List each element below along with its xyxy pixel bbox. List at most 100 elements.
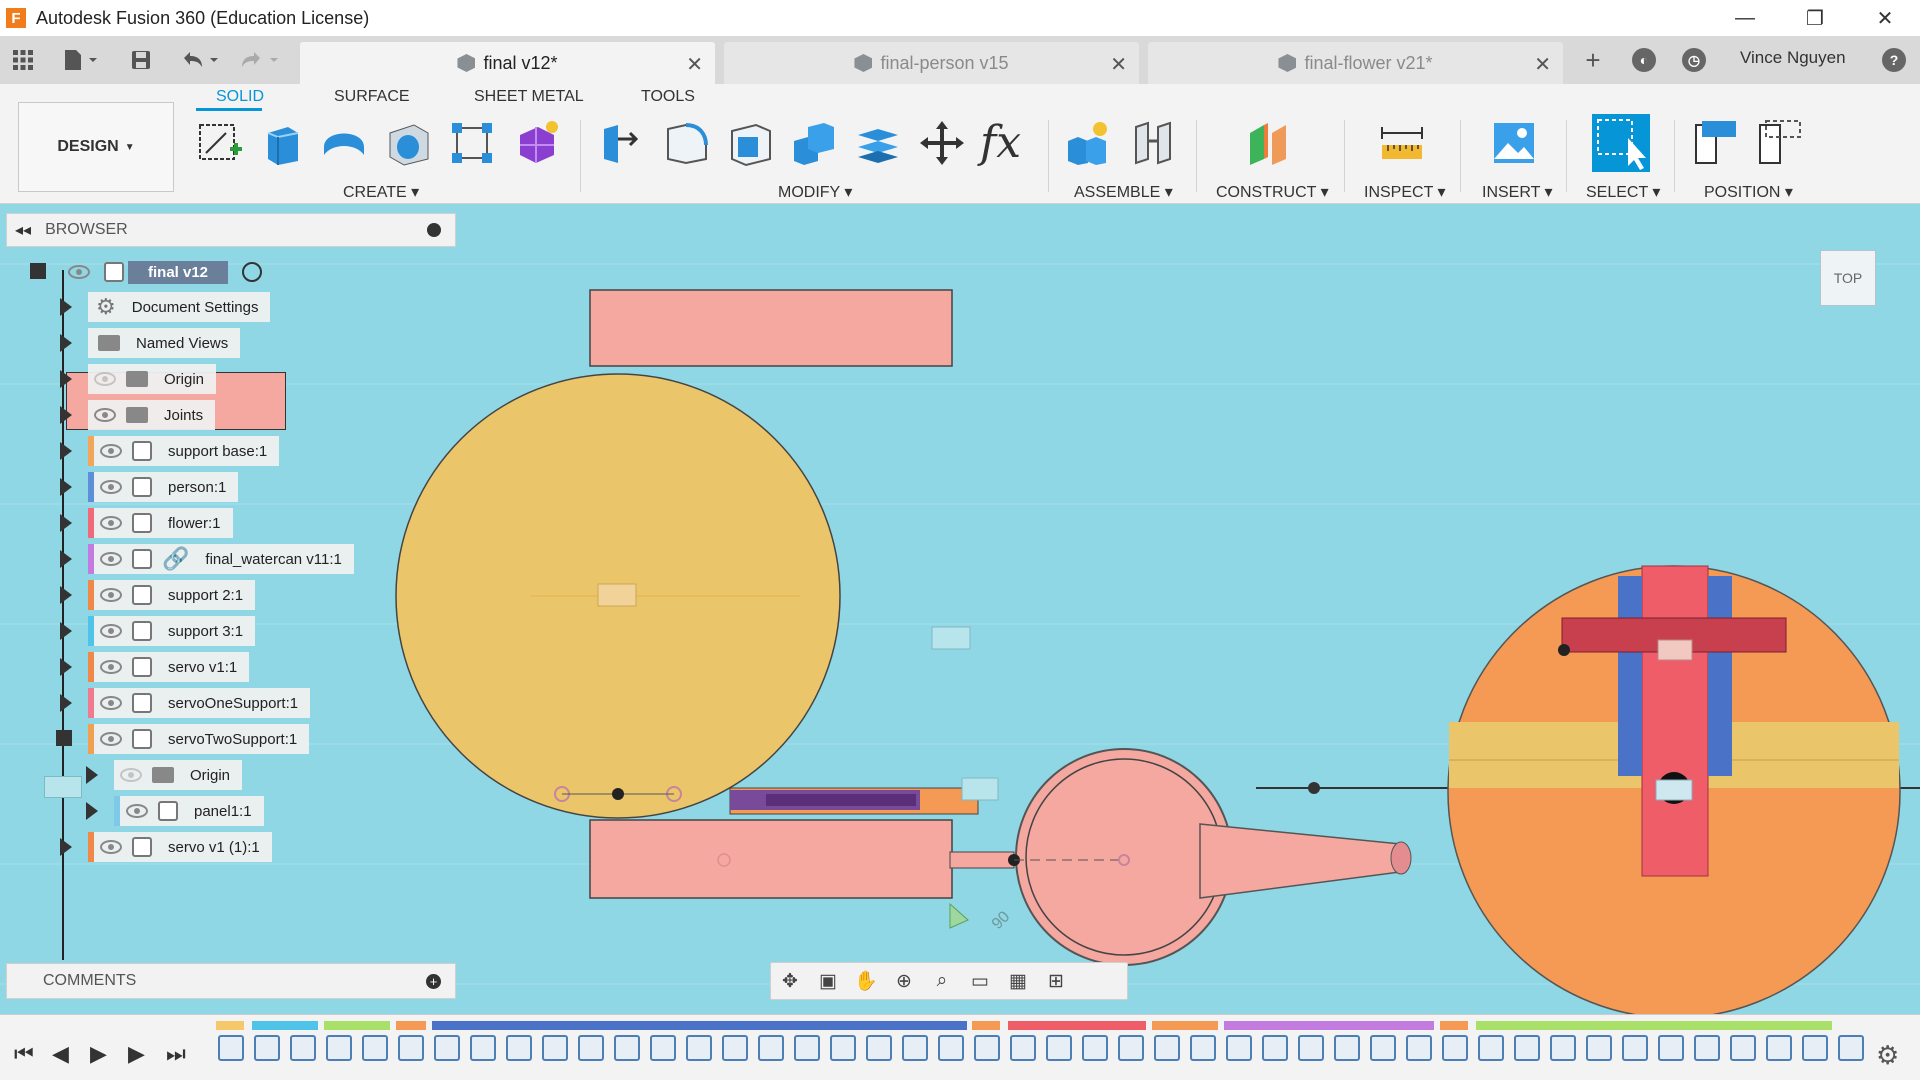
joint-icon[interactable]	[1130, 119, 1178, 167]
construct-group-label[interactable]: CONSTRUCT ▾	[1216, 182, 1329, 202]
timeline-extrude-feature-icon[interactable]	[1082, 1035, 1108, 1061]
timeline-extrude-feature-icon[interactable]	[398, 1035, 424, 1061]
capture-position-icon[interactable]	[1692, 119, 1740, 167]
help-icon[interactable]: ?	[1882, 48, 1906, 72]
timeline-sketch-feature-icon[interactable]	[218, 1035, 244, 1061]
timeline-joint-feature-icon[interactable]	[1802, 1035, 1828, 1061]
timeline-sketch-feature-icon[interactable]	[1262, 1035, 1288, 1061]
timeline-extrude-feature-icon[interactable]	[578, 1035, 604, 1061]
offset-face-icon[interactable]	[854, 119, 902, 167]
timeline-fillet-feature-icon[interactable]	[650, 1035, 676, 1061]
expand-arrow-icon[interactable]	[60, 298, 72, 316]
visibility-eye-icon[interactable]	[100, 840, 122, 854]
visibility-eye-icon[interactable]	[100, 552, 122, 566]
timeline-position-feature-icon[interactable]	[1622, 1035, 1648, 1061]
browser-item-servo-one-support[interactable]: servoOneSupport:1	[88, 688, 311, 718]
timeline-extrude-feature-icon[interactable]	[1442, 1035, 1468, 1061]
pattern-icon[interactable]	[448, 119, 496, 167]
timeline-joint-feature-icon[interactable]	[1190, 1035, 1216, 1061]
timeline-sketch-feature-icon[interactable]	[542, 1035, 568, 1061]
step-back-icon[interactable]: ◀	[52, 1041, 69, 1067]
collapse-panel-icon[interactable]: ◂◂	[15, 220, 31, 240]
modify-group-label[interactable]: MODIFY ▾	[778, 182, 852, 202]
joint-marker[interactable]	[44, 776, 82, 798]
insert-image-icon[interactable]	[1490, 119, 1538, 167]
timeline-extrude-feature-icon[interactable]	[1370, 1035, 1396, 1061]
browser-item-origin[interactable]: Origin	[88, 364, 217, 394]
timeline-extrude-feature-icon[interactable]	[254, 1035, 280, 1061]
press-pull-icon[interactable]	[598, 119, 646, 167]
browser-root-node[interactable]: final v12	[62, 257, 263, 287]
browser-item-panel1[interactable]: panel1:1	[114, 796, 264, 826]
timeline-sketch-feature-icon[interactable]	[902, 1035, 928, 1061]
hole-icon[interactable]	[384, 119, 432, 167]
create-form-icon[interactable]	[512, 119, 560, 167]
timeline-position-feature-icon[interactable]	[1586, 1035, 1612, 1061]
go-to-end-icon[interactable]: ⏭	[166, 1041, 186, 1067]
expand-arrow-icon[interactable]	[60, 622, 72, 640]
close-tab-icon[interactable]: ✕	[686, 52, 703, 77]
visibility-eye-icon[interactable]	[100, 696, 122, 710]
visibility-eye-icon[interactable]	[100, 480, 122, 494]
timeline-hole-feature-icon[interactable]	[974, 1035, 1000, 1061]
fillet-icon[interactable]	[662, 119, 710, 167]
timeline-settings-gear-icon[interactable]: ⚙	[1876, 1040, 1899, 1071]
close-tab-icon[interactable]: ✕	[1110, 52, 1127, 77]
hidden-eye-icon[interactable]	[120, 768, 142, 782]
collapse-tree-icon[interactable]	[30, 263, 46, 279]
insert-group-label[interactable]: INSERT ▾	[1482, 182, 1553, 202]
browser-item-support-2[interactable]: support 2:1	[88, 580, 256, 610]
support-top-block[interactable]	[589, 289, 953, 367]
activate-radio-icon[interactable]	[242, 262, 263, 282]
browser-item-flower[interactable]: flower:1	[88, 508, 233, 538]
expand-arrow-icon[interactable]	[60, 442, 72, 460]
go-to-start-icon[interactable]: ⏮	[14, 1041, 34, 1067]
joint-marker[interactable]	[597, 583, 637, 607]
timeline-joint-feature-icon[interactable]	[362, 1035, 388, 1061]
expand-arrow-icon[interactable]	[60, 586, 72, 604]
joint-marker[interactable]	[931, 626, 971, 650]
close-window-button[interactable]: ✕	[1850, 0, 1920, 36]
workspace-design-dropdown[interactable]: DESIGN ▼	[18, 102, 174, 192]
browser-item-servo-v1[interactable]: servo v1:1	[88, 652, 250, 682]
browser-item-sub-origin[interactable]: Origin	[114, 760, 243, 790]
timeline-fillet-feature-icon[interactable]	[866, 1035, 892, 1061]
visibility-eye-icon[interactable]	[100, 588, 122, 602]
revert-position-icon[interactable]	[1756, 119, 1804, 167]
timeline-sketch-feature-icon[interactable]	[470, 1035, 496, 1061]
visibility-eye-icon[interactable]	[100, 660, 122, 674]
visibility-eye-icon[interactable]	[100, 516, 122, 530]
browser-panel-header[interactable]: ◂◂ BROWSER	[6, 213, 456, 247]
orbit-icon[interactable]: ✥	[771, 970, 809, 993]
expand-arrow-icon[interactable]	[86, 766, 98, 784]
expand-arrow-icon[interactable]	[60, 838, 72, 856]
combine-icon[interactable]	[790, 119, 838, 167]
design-canvas[interactable]: 90	[0, 204, 1920, 1014]
tab-final-flower[interactable]: final-flower v21* ✕	[1148, 42, 1563, 84]
timeline-position-feature-icon[interactable]	[1694, 1035, 1720, 1061]
timeline-hole-feature-icon[interactable]	[1118, 1035, 1144, 1061]
hidden-eye-icon[interactable]	[94, 372, 116, 386]
timeline-extrude-feature-icon[interactable]	[506, 1035, 532, 1061]
timeline-sketch-feature-icon[interactable]	[794, 1035, 820, 1061]
joint-marker[interactable]	[961, 777, 999, 801]
timeline-sketch-feature-icon[interactable]	[686, 1035, 712, 1061]
file-menu-icon[interactable]	[60, 46, 100, 74]
timeline-sketch-feature-icon[interactable]	[290, 1035, 316, 1061]
timeline-extrude-feature-icon[interactable]	[938, 1035, 964, 1061]
step-forward-icon[interactable]: ▶	[128, 1041, 145, 1067]
user-account-name[interactable]: Vince Nguyen	[1740, 48, 1846, 68]
minimize-button[interactable]: —	[1710, 0, 1780, 36]
timeline-extrude-feature-icon[interactable]	[722, 1035, 748, 1061]
clock-history-icon[interactable]: ◷	[1682, 48, 1706, 72]
timeline-position-feature-icon[interactable]	[1766, 1035, 1792, 1061]
browser-item-support-base[interactable]: support base:1	[88, 436, 280, 466]
timeline-extrude-feature-icon[interactable]	[1298, 1035, 1324, 1061]
close-tab-icon[interactable]: ✕	[1534, 52, 1551, 77]
timeline-mirror-feature-icon[interactable]	[758, 1035, 784, 1061]
expand-arrow-icon[interactable]	[60, 334, 72, 352]
position-group-label[interactable]: POSITION ▾	[1704, 182, 1793, 202]
visibility-eye-icon[interactable]	[68, 265, 90, 279]
select-icon[interactable]	[1592, 114, 1650, 172]
tab-tools[interactable]: TOOLS	[641, 88, 695, 106]
